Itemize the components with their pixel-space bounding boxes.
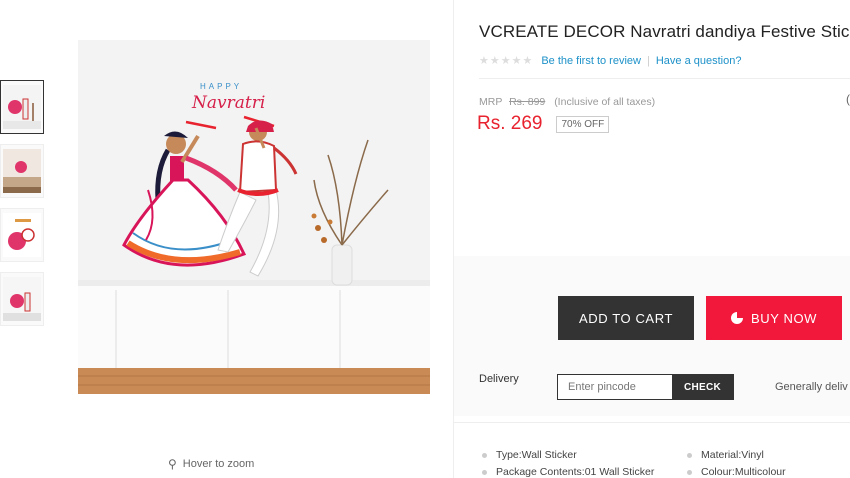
buy-now-label: BUY NOW xyxy=(750,310,818,326)
price-row: Rs. 269 70% OFF xyxy=(477,113,610,135)
mrp-label: MRP xyxy=(479,96,503,108)
rating-stars-icon: ★★★★★ xyxy=(479,55,534,67)
spec-item: Package Contents:01 Wall Sticker xyxy=(482,466,654,478)
spec-item: Material:Vinyl xyxy=(687,449,764,461)
buy-now-icon xyxy=(730,312,743,324)
spec-text: Type:Wall Sticker xyxy=(496,449,577,461)
thumbnail-2[interactable] xyxy=(0,144,44,198)
thumbnail-1[interactable] xyxy=(0,80,44,134)
zoom-hint-text: Hover to zoom xyxy=(182,458,255,470)
thumbnail-image xyxy=(3,85,41,129)
happy-text: HAPPY xyxy=(200,82,242,91)
delivery-estimate: Generally deliv xyxy=(775,381,848,393)
spec-text: Material:Vinyl xyxy=(701,449,764,461)
bullet-icon xyxy=(482,452,487,458)
thumbnail-image xyxy=(3,149,41,193)
bullet-icon xyxy=(482,469,487,475)
review-link[interactable]: Be the first to review xyxy=(541,55,641,67)
check-button[interactable]: CHECK xyxy=(672,375,733,399)
divider xyxy=(479,78,850,79)
clipped-text: ( xyxy=(846,92,850,106)
zoom-hint: ⚲ Hover to zoom xyxy=(168,457,254,471)
discount-badge: 70% OFF xyxy=(556,115,610,133)
mrp-value: Rs. 899 xyxy=(509,96,546,108)
bullet-icon xyxy=(687,469,692,475)
spec-item: Colour:Multicolour xyxy=(687,466,786,478)
product-info-panel: VCREATE DECOR Navratri dandiya Festive S… xyxy=(454,0,850,478)
spec-text: Colour:Multicolour xyxy=(701,466,786,478)
delivery-label: Delivery xyxy=(479,373,519,385)
separator: | xyxy=(646,54,650,67)
selling-price: Rs. 269 xyxy=(477,113,543,134)
add-to-cart-button[interactable]: ADD TO CART xyxy=(558,296,694,340)
pincode-form: CHECK xyxy=(557,374,734,400)
divider xyxy=(454,422,850,423)
buy-now-button[interactable]: BUY NOW xyxy=(706,296,842,340)
magnifier-icon: ⚲ xyxy=(168,457,177,471)
question-link[interactable]: Have a question? xyxy=(656,55,742,67)
tax-note: (Inclusive of all taxes) xyxy=(554,96,656,108)
bullet-icon xyxy=(687,452,692,458)
thumbnail-strip xyxy=(0,80,46,336)
mrp-row: MRP Rs. 899 (Inclusive of all taxes) xyxy=(479,96,655,108)
thumbnail-3[interactable] xyxy=(0,208,44,262)
spec-text: Package Contents:01 Wall Sticker xyxy=(496,466,655,478)
spec-item: Type:Wall Sticker xyxy=(482,449,577,461)
thumbnail-4[interactable] xyxy=(0,272,44,326)
product-title: VCREATE DECOR Navratri dandiya Festive S… xyxy=(479,22,850,41)
thumbnail-image xyxy=(3,213,41,257)
pincode-input[interactable] xyxy=(558,375,672,399)
rating-row: ★★★★★ Be the first to review | Have a qu… xyxy=(479,54,742,68)
navratri-text: Navratri xyxy=(191,93,265,113)
thumbnail-image xyxy=(3,277,41,321)
product-main-image[interactable]: HAPPY Navratri xyxy=(78,40,430,394)
